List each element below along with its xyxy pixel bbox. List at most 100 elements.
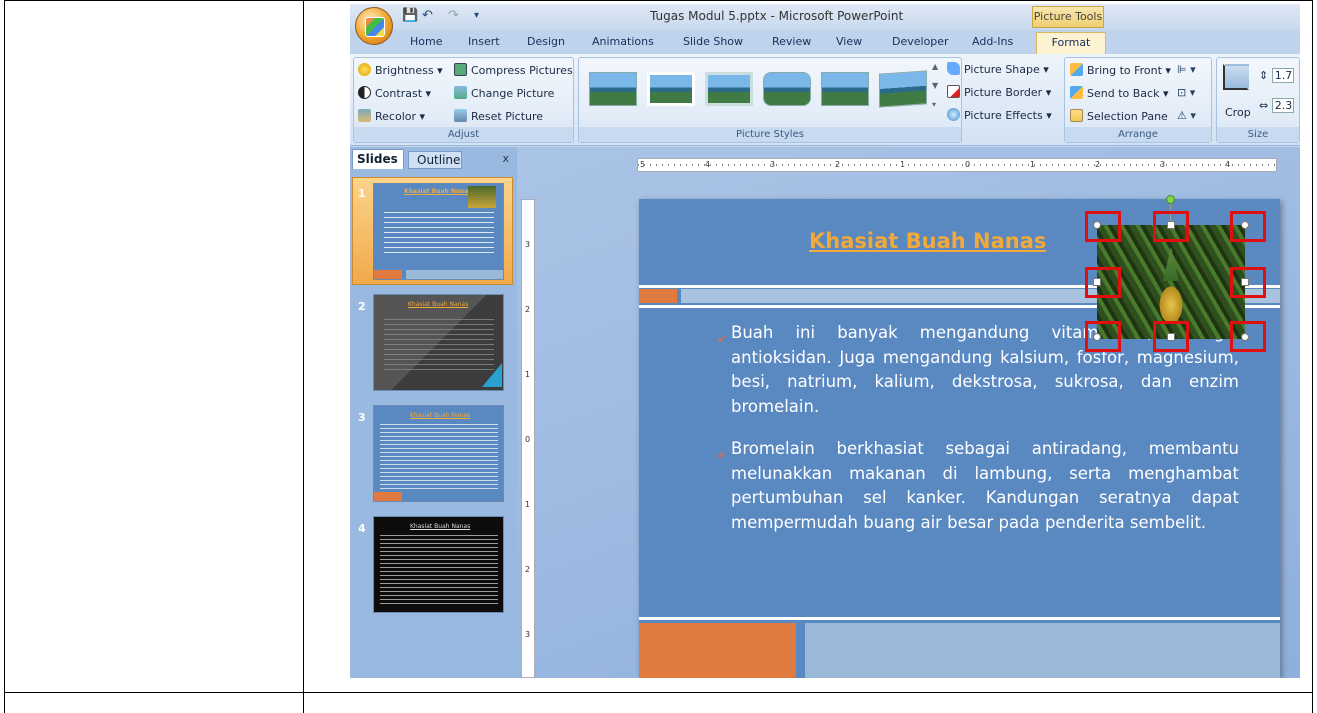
horizontal-ruler[interactable]: 5 4 3 2 1 0 1 2 3 4	[637, 158, 1277, 172]
rotation-handle[interactable]	[1166, 195, 1175, 204]
ruler-tick: 1	[525, 500, 531, 509]
resize-handle-top-left[interactable]	[1093, 221, 1101, 229]
brightness-button[interactable]: Brightness ▾	[358, 63, 443, 77]
send-to-back-label: Send to Back	[1087, 87, 1160, 100]
resize-handle-top-right[interactable]	[1241, 221, 1249, 229]
crop-button-label[interactable]: Crop	[1225, 106, 1251, 119]
slide-canvas[interactable]: 5 4 3 2 1 0 1 2 3 4 3 2 1 0 1 2 3 Khasia…	[517, 147, 1300, 678]
picture-style-2[interactable]	[647, 72, 695, 106]
tab-slides[interactable]: Slides	[352, 149, 404, 169]
picture-style-5[interactable]	[821, 72, 869, 106]
slide-thumb-2[interactable]: Khasiat Buah Nanas	[373, 294, 504, 391]
send-to-back-button[interactable]: Send to Back ▾	[1070, 86, 1168, 100]
width-field[interactable]: ⇔ 2.3	[1259, 98, 1294, 113]
tab-insert[interactable]: Insert	[468, 35, 500, 48]
tab-slide-show[interactable]: Slide Show	[683, 35, 743, 48]
office-logo-icon	[365, 17, 385, 37]
slide-thumb-4[interactable]: Khasiat Buah Nanas	[373, 516, 504, 613]
undo-icon[interactable]: ↶	[422, 8, 433, 23]
picture-shape-icon	[947, 62, 960, 75]
recolor-label: Recolor	[375, 110, 417, 123]
bring-to-front-button[interactable]: Bring to Front ▾	[1070, 63, 1171, 77]
styles-scroll-up[interactable]: ▲	[932, 62, 938, 71]
picture-style-4[interactable]	[763, 72, 811, 106]
slide-number: 2	[358, 300, 366, 313]
picture-shape-button[interactable]: Picture Shape ▾	[947, 62, 1049, 76]
picture-border-icon	[947, 85, 960, 98]
powerpoint-screenshot: 💾 ↶ ↷ ▾ Tugas Modul 5.pptx - Microsoft P…	[350, 4, 1300, 678]
save-icon[interactable]: 💾	[402, 8, 418, 23]
height-field[interactable]: ⇕ 1.7	[1259, 68, 1294, 83]
tab-home[interactable]: Home	[410, 35, 442, 48]
close-icon[interactable]: x	[502, 152, 509, 165]
styles-scroll-down[interactable]: ▼	[932, 81, 938, 90]
bullet-marker-icon: ✔	[717, 449, 727, 462]
recolor-icon	[358, 109, 371, 122]
selection-pane-label: Selection Pane	[1087, 110, 1168, 123]
current-slide[interactable]: Khasiat Buah Nanas ✔ Buah ini banyak men…	[639, 195, 1280, 678]
selection-highlight-box	[1085, 211, 1121, 242]
table-border-right	[1312, 0, 1313, 713]
reset-picture-button[interactable]: Reset Picture	[454, 109, 543, 123]
tab-format[interactable]: Format	[1036, 32, 1106, 54]
thumb-title: Khasiat Buah Nanas	[410, 523, 471, 530]
bullet-marker-icon: ✔	[717, 333, 727, 346]
tab-developer[interactable]: Developer	[892, 35, 949, 48]
change-picture-icon	[454, 86, 467, 99]
compress-pictures-button[interactable]: Compress Pictures	[454, 63, 573, 77]
tab-animations[interactable]: Animations	[592, 35, 654, 48]
bullet-item[interactable]: ✔ Bromelain berkhasiat sebagai antiradan…	[717, 437, 1239, 535]
contrast-icon	[358, 86, 371, 99]
thumb-title: Khasiat Buah Nanas	[410, 412, 471, 419]
tab-design[interactable]: Design	[527, 35, 565, 48]
group-icon[interactable]: ⊡ ▾	[1177, 86, 1195, 99]
picture-effects-label: Picture Effects	[964, 109, 1043, 122]
resize-handle-right[interactable]	[1241, 278, 1249, 286]
recolor-button[interactable]: Recolor ▾	[358, 109, 425, 123]
resize-handle-bottom[interactable]	[1167, 333, 1175, 341]
vertical-ruler[interactable]: 3 2 1 0 1 2 3	[521, 199, 535, 678]
reset-picture-icon	[454, 109, 467, 122]
height-value[interactable]: 1.7	[1271, 68, 1294, 83]
tab-review[interactable]: Review	[772, 35, 811, 48]
styles-more[interactable]: ▾	[932, 100, 936, 109]
selection-highlight-box	[1085, 267, 1121, 298]
table-border-top	[4, 0, 1313, 1]
table-border-row	[4, 692, 1313, 693]
thumb-title: Khasiat Buah Nanas	[404, 188, 472, 195]
slide-thumb-3[interactable]: Khasiat Buah Nanas	[373, 405, 504, 502]
width-value[interactable]: 2.3	[1271, 98, 1294, 113]
title-bar: 💾 ↶ ↷ ▾ Tugas Modul 5.pptx - Microsoft P…	[350, 4, 1300, 30]
slide-title[interactable]: Khasiat Buah Nanas	[809, 229, 1046, 253]
thumb-corner-accent	[482, 363, 502, 387]
tab-view[interactable]: View	[836, 35, 862, 48]
crop-icon[interactable]	[1223, 64, 1249, 90]
resize-handle-top[interactable]	[1167, 221, 1175, 229]
qat-customize-icon[interactable]: ▾	[474, 10, 479, 21]
resize-handle-bottom-right[interactable]	[1241, 333, 1249, 341]
tab-outline[interactable]: Outline	[408, 151, 462, 169]
ruler-dots	[638, 164, 1276, 166]
resize-handle-bottom-left[interactable]	[1093, 333, 1101, 341]
picture-style-3[interactable]	[705, 72, 753, 106]
bullet-text: Bromelain berkhasiat sebagai antiradang,…	[731, 439, 1239, 532]
footer-accent-orange	[639, 623, 796, 678]
align-icon[interactable]: ⊫ ▾	[1177, 63, 1196, 76]
ribbon-tabs: Home Insert Design Animations Slide Show…	[350, 30, 1300, 54]
change-picture-button[interactable]: Change Picture	[454, 86, 554, 100]
selection-pane-button[interactable]: Selection Pane	[1070, 109, 1168, 123]
reset-picture-label: Reset Picture	[471, 110, 544, 123]
picture-effects-button[interactable]: Picture Effects ▾	[947, 108, 1052, 122]
picture-style-6[interactable]	[879, 70, 927, 108]
table-border-left	[4, 0, 5, 713]
picture-border-button[interactable]: Picture Border ▾	[947, 85, 1051, 99]
resize-handle-left[interactable]	[1093, 278, 1101, 286]
rotate-icon[interactable]: ⚠ ▾	[1177, 109, 1196, 122]
redo-icon[interactable]: ↷	[448, 8, 459, 23]
contrast-button[interactable]: Contrast ▾	[358, 86, 431, 100]
picture-style-1[interactable]	[589, 72, 637, 106]
office-button[interactable]	[355, 7, 393, 45]
thumb-pineapple-image	[468, 186, 496, 208]
tab-add-ins[interactable]: Add-Ins	[972, 35, 1013, 48]
slide-thumb-1[interactable]: Khasiat Buah Nanas	[373, 183, 504, 280]
